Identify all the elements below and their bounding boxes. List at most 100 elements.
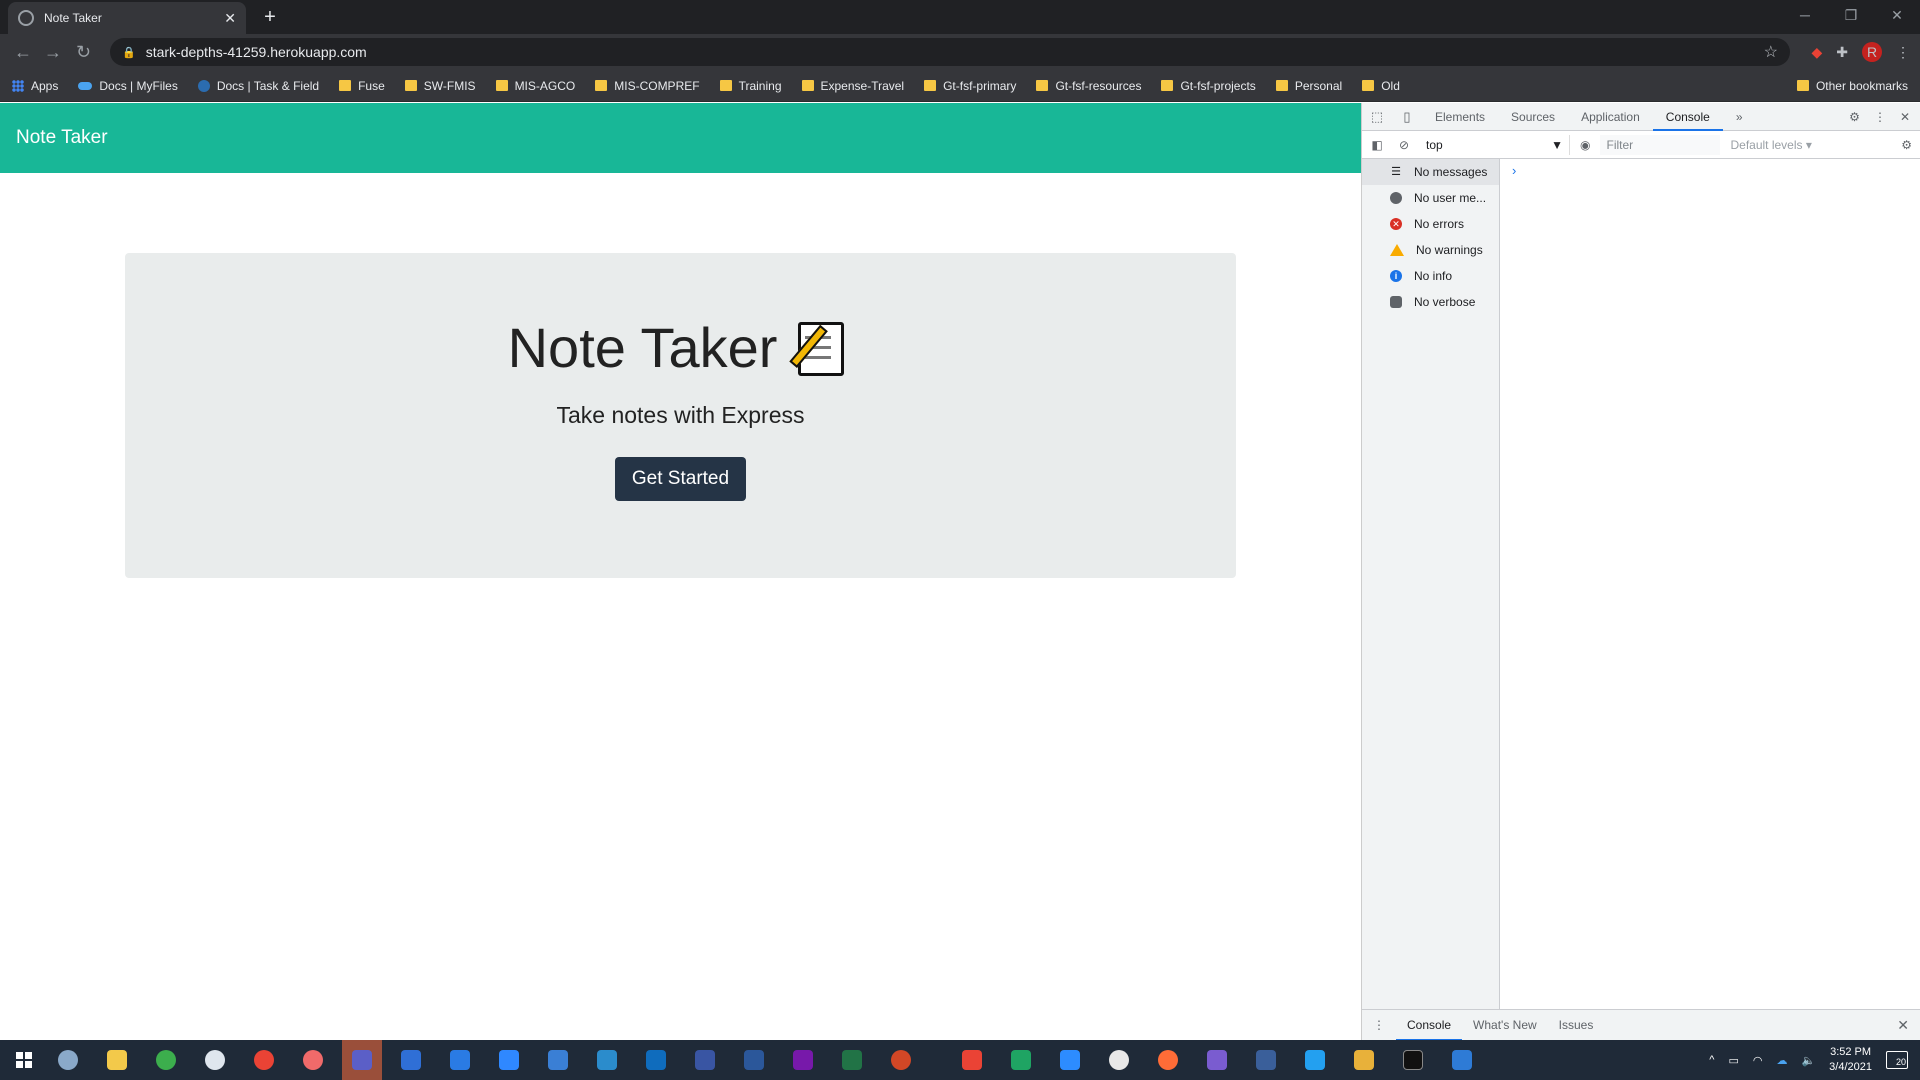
taskbar-app[interactable] (881, 1040, 921, 1080)
taskbar-app[interactable] (783, 1040, 823, 1080)
bookmark-folder[interactable]: Training (719, 79, 782, 93)
navbar-brand[interactable]: Note Taker (16, 127, 108, 149)
taskbar-app[interactable] (342, 1040, 382, 1080)
taskbar-app[interactable] (1442, 1040, 1482, 1080)
bookmark-folder[interactable]: Fuse (339, 79, 385, 93)
bookmark-folder[interactable]: Gt-fsf-resources (1036, 79, 1141, 93)
taskbar-app[interactable] (293, 1040, 333, 1080)
bookmark-folder[interactable]: Gt-fsf-primary (924, 79, 1016, 93)
device-toggle-icon[interactable]: ▯ (1392, 109, 1422, 125)
log-levels-dropdown[interactable]: Default levels ▾ (1730, 138, 1811, 152)
settings-gear-icon[interactable]: ⚙ (1849, 110, 1860, 124)
back-icon[interactable]: ← (14, 42, 32, 62)
close-drawer-icon[interactable]: ✕ (1897, 1017, 1920, 1034)
lead-text: Take notes with Express (556, 402, 805, 428)
tab-console[interactable]: Console (1652, 103, 1723, 131)
taskbar-app[interactable] (832, 1040, 872, 1080)
drawer-tab-whats-new[interactable]: What's New (1462, 1010, 1548, 1041)
sidebar-toggle-icon[interactable]: ◧ (1362, 138, 1392, 152)
taskbar-app[interactable] (1099, 1040, 1139, 1080)
tab-application[interactable]: Application (1568, 103, 1653, 131)
sidebar-item-verbose[interactable]: No verbose (1362, 289, 1499, 315)
taskbar-app[interactable] (587, 1040, 627, 1080)
clock[interactable]: 3:52 PM 3/4/2021 (1829, 1045, 1872, 1075)
console-prompt[interactable]: › (1512, 163, 1516, 178)
address-bar[interactable]: 🔒 stark-depths-41259.herokuapp.com ☆ (110, 38, 1790, 66)
console-settings-icon[interactable]: ⚙ (1901, 138, 1920, 152)
taskbar-app[interactable] (146, 1040, 186, 1080)
taskbar-app[interactable] (538, 1040, 578, 1080)
taskbar-app[interactable] (489, 1040, 529, 1080)
notification-center-icon[interactable]: 20 (1886, 1051, 1908, 1069)
taskbar-app[interactable] (1001, 1040, 1041, 1080)
tab-elements[interactable]: Elements (1422, 103, 1498, 131)
taskbar-app[interactable] (685, 1040, 725, 1080)
taskbar-app[interactable] (48, 1040, 88, 1080)
kebab-menu-icon[interactable]: ⋮ (1896, 44, 1910, 61)
battery-icon[interactable]: ▭ (1728, 1054, 1738, 1067)
bookmark-folder[interactable]: MIS-AGCO (495, 79, 575, 93)
taskbar-app[interactable] (97, 1040, 137, 1080)
forward-icon[interactable]: → (44, 42, 62, 62)
start-button[interactable] (0, 1040, 48, 1080)
onedrive-icon[interactable]: ☁ (1776, 1054, 1787, 1067)
tab-sources[interactable]: Sources (1498, 103, 1568, 131)
puzzle-icon[interactable]: ✚ (1836, 44, 1848, 61)
bookmark-docs-myfiles[interactable]: Docs | MyFiles (78, 79, 178, 93)
taskbar-app[interactable] (1246, 1040, 1286, 1080)
reload-icon[interactable]: ↻ (76, 42, 91, 62)
taskbar-app[interactable] (195, 1040, 235, 1080)
taskbar-app[interactable] (1148, 1040, 1188, 1080)
bookmark-folder[interactable]: Personal (1275, 79, 1342, 93)
sidebar-item-warnings[interactable]: No warnings (1362, 237, 1499, 263)
drawer-menu-icon[interactable]: ⋮ (1362, 1010, 1396, 1041)
avatar[interactable]: R (1862, 42, 1882, 62)
taskbar-app[interactable] (952, 1040, 992, 1080)
bookmark-folder[interactable]: MIS-COMPREF (595, 79, 700, 93)
extension-icon[interactable]: ◆ (1811, 44, 1822, 61)
sidebar-item-user-messages[interactable]: No user me... (1362, 185, 1499, 211)
context-selector[interactable]: top ▼ (1420, 134, 1570, 155)
drawer-tab-console[interactable]: Console (1396, 1010, 1463, 1041)
sidebar-item-info[interactable]: i No info (1362, 263, 1499, 289)
taskbar-app[interactable] (636, 1040, 676, 1080)
taskbar-app[interactable] (1050, 1040, 1090, 1080)
close-window-icon[interactable]: ✕ (1874, 0, 1920, 30)
other-bookmarks[interactable]: Other bookmarks (1796, 79, 1908, 93)
taskbar-app[interactable] (1344, 1040, 1384, 1080)
browser-tab[interactable]: Note Taker ✕ (8, 2, 246, 34)
sidebar-item-errors[interactable]: ✕ No errors (1362, 211, 1499, 237)
devtools-menu-icon[interactable]: ⋮ (1874, 110, 1886, 124)
drawer-tab-issues[interactable]: Issues (1548, 1010, 1605, 1041)
sidebar-item-messages[interactable]: ☰ No messages (1362, 159, 1499, 185)
more-tabs-icon[interactable]: » (1723, 103, 1756, 131)
taskbar-app[interactable] (440, 1040, 480, 1080)
wifi-icon[interactable]: ◠ (1753, 1054, 1763, 1067)
taskbar-app[interactable] (1295, 1040, 1335, 1080)
taskbar-app[interactable] (734, 1040, 774, 1080)
bookmark-folder[interactable]: Gt-fsf-projects (1161, 79, 1256, 93)
bookmark-folder[interactable]: SW-FMIS (404, 79, 476, 93)
bookmark-star-icon[interactable]: ☆ (1764, 42, 1778, 62)
restore-icon[interactable]: ❐ (1828, 0, 1874, 30)
filter-input[interactable]: Filter (1600, 134, 1721, 155)
volume-icon[interactable]: 🔈 (1801, 1054, 1815, 1067)
taskbar-app[interactable] (391, 1040, 431, 1080)
close-devtools-icon[interactable]: ✕ (1900, 110, 1910, 124)
new-tab-button[interactable]: + (256, 6, 284, 30)
bookmark-docs-task-field[interactable]: Docs | Task & Field (197, 79, 319, 93)
close-tab-icon[interactable]: ✕ (224, 10, 236, 27)
taskbar-app[interactable] (244, 1040, 284, 1080)
bookmark-apps[interactable]: Apps (12, 79, 58, 93)
clear-console-icon[interactable]: ⊘ (1392, 138, 1416, 152)
taskbar-app[interactable] (1393, 1040, 1433, 1080)
inspect-icon[interactable]: ⬚ (1362, 109, 1392, 125)
bookmark-folder[interactable]: Expense-Travel (801, 79, 904, 93)
get-started-button[interactable]: Get Started (614, 457, 747, 501)
taskbar-app[interactable] (1197, 1040, 1237, 1080)
folder-icon (1161, 80, 1174, 91)
minimize-icon[interactable]: ─ (1782, 0, 1828, 30)
chevron-up-icon[interactable]: ^ (1709, 1054, 1714, 1066)
bookmark-folder[interactable]: Old (1362, 79, 1400, 93)
eye-icon[interactable]: ◉ (1580, 138, 1590, 152)
